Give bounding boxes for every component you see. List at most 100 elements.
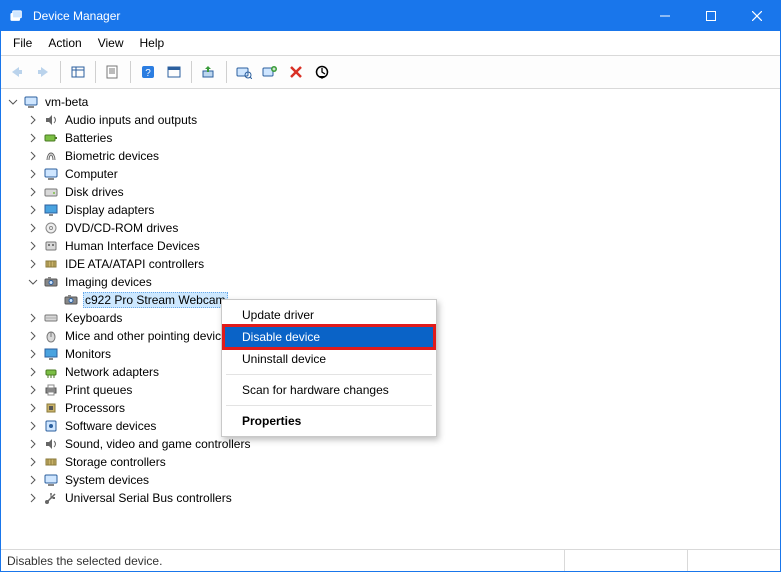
svg-text:?: ? <box>145 68 151 79</box>
expand-toggle[interactable] <box>25 400 41 416</box>
toolbar-help[interactable]: ? <box>136 60 160 84</box>
menu-view[interactable]: View <box>90 34 132 52</box>
toolbar: ? <box>1 56 780 89</box>
expand-toggle[interactable] <box>25 472 41 488</box>
tree-category[interactable]: Biometric devices <box>25 147 780 165</box>
ctx-disable-device[interactable]: Disable device <box>224 326 434 348</box>
tree-label: Display adapters <box>63 203 156 217</box>
printer-icon <box>43 382 59 398</box>
webcam-icon <box>63 292 79 308</box>
tree-label: Sound, video and game controllers <box>63 437 252 451</box>
toolbar-view-options[interactable] <box>162 60 186 84</box>
toolbar-separator <box>191 61 192 83</box>
tree-category[interactable]: Computer <box>25 165 780 183</box>
expand-toggle[interactable] <box>25 382 41 398</box>
tree-category[interactable]: DVD/CD-ROM drives <box>25 219 780 237</box>
biometric-icon <box>43 148 59 164</box>
expand-toggle[interactable] <box>25 220 41 236</box>
spacer <box>45 292 61 308</box>
tree-label: Software devices <box>63 419 158 433</box>
tree-category[interactable]: Batteries <box>25 129 780 147</box>
expand-toggle[interactable] <box>25 112 41 128</box>
tree-label: Batteries <box>63 131 114 145</box>
toolbar-add-legacy[interactable] <box>258 60 282 84</box>
window-title: Device Manager <box>33 9 120 23</box>
hid-icon <box>43 238 59 254</box>
tree-category-imaging[interactable]: Imaging devices <box>25 273 780 291</box>
menu-file[interactable]: File <box>5 34 40 52</box>
minimize-button[interactable] <box>642 1 688 31</box>
toolbar-separator <box>226 61 227 83</box>
ctx-scan-hardware[interactable]: Scan for hardware changes <box>224 379 434 401</box>
expand-toggle[interactable] <box>25 346 41 362</box>
ctx-uninstall-device[interactable]: Uninstall device <box>224 348 434 370</box>
tree-label: Keyboards <box>63 311 124 325</box>
ctx-update-driver[interactable]: Update driver <box>224 304 434 326</box>
network-icon <box>43 364 59 380</box>
menubar: File Action View Help <box>1 31 780 56</box>
audio-icon <box>43 112 59 128</box>
expand-toggle[interactable] <box>25 328 41 344</box>
tree-category[interactable]: System devices <box>25 471 780 489</box>
usb-icon <box>43 490 59 506</box>
ctx-separator <box>226 405 432 406</box>
titlebar: Device Manager <box>1 1 780 31</box>
expand-toggle[interactable] <box>25 184 41 200</box>
mouse-icon <box>43 328 59 344</box>
expand-toggle[interactable] <box>25 310 41 326</box>
tree-label: Audio inputs and outputs <box>63 113 199 127</box>
expand-toggle[interactable] <box>25 202 41 218</box>
tree-label: Imaging devices <box>63 275 154 289</box>
tree-category[interactable]: IDE ATA/ATAPI controllers <box>25 255 780 273</box>
expand-toggle[interactable] <box>25 418 41 434</box>
expand-toggle[interactable] <box>25 166 41 182</box>
tree-root[interactable]: vm-beta <box>5 93 780 111</box>
expand-toggle[interactable] <box>25 148 41 164</box>
toolbar-update-driver[interactable] <box>197 60 221 84</box>
toolbar-properties[interactable] <box>101 60 125 84</box>
tree-category[interactable]: Disk drives <box>25 183 780 201</box>
expand-toggle[interactable] <box>25 454 41 470</box>
cpu-icon <box>43 400 59 416</box>
dvd-icon <box>43 220 59 236</box>
tree-category[interactable]: Storage controllers <box>25 453 780 471</box>
tree-category[interactable]: Human Interface Devices <box>25 237 780 255</box>
toolbar-disable[interactable] <box>310 60 334 84</box>
toolbar-uninstall[interactable] <box>284 60 308 84</box>
status-bar: Disables the selected device. <box>1 549 780 571</box>
tree-category[interactable]: Display adapters <box>25 201 780 219</box>
toolbar-show-hidden[interactable] <box>66 60 90 84</box>
status-cell-2 <box>565 550 688 571</box>
maximize-button[interactable] <box>688 1 734 31</box>
toolbar-back <box>5 60 29 84</box>
toolbar-scan-hardware[interactable] <box>232 60 256 84</box>
tree-label: Mice and other pointing devices <box>63 329 236 343</box>
status-cell-3 <box>688 550 780 571</box>
ctx-separator <box>226 374 432 375</box>
expand-toggle[interactable] <box>5 94 21 110</box>
keyboard-icon <box>43 310 59 326</box>
tree-category[interactable]: Audio inputs and outputs <box>25 111 780 129</box>
menu-action[interactable]: Action <box>40 34 89 52</box>
tree-category[interactable]: Universal Serial Bus controllers <box>25 489 780 507</box>
expand-toggle[interactable] <box>25 238 41 254</box>
status-text: Disables the selected device. <box>1 550 565 571</box>
tree-label: DVD/CD-ROM drives <box>63 221 180 235</box>
device-tree-pane[interactable]: vm-beta Audio inputs and outputs Batteri… <box>1 89 780 549</box>
menu-help[interactable]: Help <box>132 34 173 52</box>
software-icon <box>43 418 59 434</box>
expand-toggle[interactable] <box>25 436 41 452</box>
toolbar-separator <box>60 61 61 83</box>
expand-toggle[interactable] <box>25 256 41 272</box>
imaging-icon <box>43 274 59 290</box>
expand-toggle[interactable] <box>25 490 41 506</box>
close-button[interactable] <box>734 1 780 31</box>
expand-toggle[interactable] <box>25 130 41 146</box>
expand-toggle[interactable] <box>25 364 41 380</box>
tree-category[interactable]: Sound, video and game controllers <box>25 435 780 453</box>
app-icon <box>9 8 25 24</box>
expand-toggle[interactable] <box>25 274 41 290</box>
ctx-properties[interactable]: Properties <box>224 410 434 432</box>
toolbar-separator <box>130 61 131 83</box>
disk-icon <box>43 184 59 200</box>
